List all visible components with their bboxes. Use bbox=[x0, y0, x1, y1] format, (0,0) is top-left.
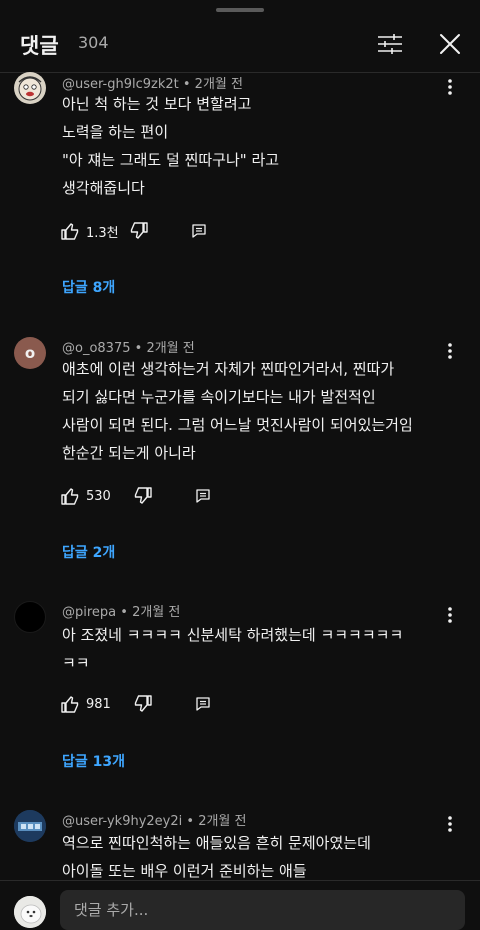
replies-link[interactable]: 답글 8개 bbox=[62, 277, 115, 297]
comment-actions: 981 bbox=[60, 690, 211, 718]
add-comment-bar: 댓글 추가... bbox=[0, 880, 480, 930]
comment-line: 생각해줍니다 bbox=[62, 179, 145, 197]
close-button[interactable] bbox=[432, 26, 468, 62]
thumbs-down-icon bbox=[134, 487, 152, 504]
replies-link[interactable]: 답글 2개 bbox=[62, 542, 115, 562]
pet-avatar-icon bbox=[14, 896, 46, 928]
reply-button[interactable] bbox=[195, 488, 211, 504]
avatar[interactable] bbox=[14, 601, 46, 633]
filter-button[interactable] bbox=[372, 26, 408, 62]
dislike-button[interactable] bbox=[129, 221, 149, 241]
add-comment-input[interactable]: 댓글 추가... bbox=[60, 890, 465, 930]
comment-line: 아닌 척 하는 것 보다 변할려고 bbox=[62, 95, 252, 113]
comment-line: 되기 싫다면 누군가를 속이기보다는 내가 발전적인 bbox=[62, 388, 376, 406]
dislike-button[interactable] bbox=[133, 486, 153, 506]
avatar-letter: o bbox=[24, 344, 36, 362]
reply-button[interactable] bbox=[191, 223, 207, 239]
photo-avatar-icon bbox=[14, 810, 46, 842]
comment-meta: @o_o8375 • 2개월 전 bbox=[62, 341, 195, 356]
cartoon-face-icon bbox=[18, 76, 42, 101]
comment-line: 애초에 이런 생각하는거 자체가 찐따인거라서, 찐따가 bbox=[62, 360, 395, 378]
comment-text: 역으로 찐따인척하는 애들있음 흔히 문제아였는데 아이돌 또는 배우 이런거 … bbox=[62, 829, 442, 885]
more-vertical-icon bbox=[448, 816, 452, 832]
comment-actions: 530 bbox=[60, 482, 211, 510]
user-avatar bbox=[14, 896, 46, 928]
more-options-button[interactable] bbox=[440, 812, 460, 836]
thumbs-down-icon bbox=[134, 695, 152, 712]
comment-time: 2개월 전 bbox=[198, 814, 247, 829]
more-options-button[interactable] bbox=[440, 603, 460, 627]
more-options-button[interactable] bbox=[440, 75, 460, 99]
more-vertical-icon bbox=[448, 607, 452, 623]
comment-meta: @user-yk9hy2ey2i • 2개월 전 bbox=[62, 814, 247, 829]
comment-line: 한순간 되는게 아니라 bbox=[62, 444, 196, 462]
comment-text: 아 조졌네 ㅋㅋㅋㅋ 신분세탁 하려했는데 ㅋㅋㅋㅋㅋㅋ ㅋㅋ bbox=[62, 621, 442, 677]
like-button[interactable]: 530 bbox=[60, 486, 111, 506]
comment-author[interactable]: @user-yk9hy2ey2i bbox=[62, 814, 182, 829]
reply-button[interactable] bbox=[195, 696, 211, 712]
thumbs-up-icon bbox=[61, 223, 79, 240]
comment-text: 애초에 이런 생각하는거 자체가 찐따인거라서, 찐따가 되기 싫다면 누군가를… bbox=[62, 355, 462, 467]
comment-actions: 1.3천 bbox=[60, 217, 207, 245]
comments-header: 댓글 304 bbox=[0, 20, 480, 68]
more-vertical-icon bbox=[448, 79, 452, 95]
comment-line: ㅋㅋ bbox=[62, 654, 90, 672]
comment-author[interactable]: @o_o8375 bbox=[62, 341, 131, 356]
comment-line: "아 쟤는 그래도 덜 찐따구나" 라고 bbox=[62, 151, 280, 169]
comment-meta: @pirepa • 2개월 전 bbox=[62, 605, 181, 620]
reply-comment-icon bbox=[196, 697, 210, 711]
comment-line: 역으로 찐따인척하는 애들있음 흔히 문제아였는데 bbox=[62, 834, 371, 852]
like-button[interactable]: 1.3천 bbox=[60, 221, 119, 241]
thumbs-up-icon bbox=[61, 488, 79, 505]
thumbs-down-icon bbox=[130, 222, 148, 239]
reply-comment-icon bbox=[196, 489, 210, 503]
comments-count: 304 bbox=[78, 33, 109, 52]
comment-line: 노력을 하는 편이 bbox=[62, 123, 169, 141]
thumbs-up-icon bbox=[61, 696, 79, 713]
comment-line: 아 조졌네 ㅋㅋㅋㅋ 신분세탁 하려했는데 ㅋㅋㅋㅋㅋㅋ bbox=[62, 626, 404, 644]
comments-title: 댓글 bbox=[20, 34, 59, 58]
like-count: 981 bbox=[86, 696, 111, 712]
comment-line: 사람이 되면 된다. 그럼 어느날 멋진사람이 되어있는거임 bbox=[62, 416, 413, 434]
comment-time: 2개월 전 bbox=[132, 605, 181, 620]
avatar[interactable]: o bbox=[14, 337, 46, 369]
dislike-button[interactable] bbox=[133, 694, 153, 714]
like-button[interactable]: 981 bbox=[60, 694, 111, 714]
sliders-icon bbox=[378, 34, 402, 54]
like-count: 530 bbox=[86, 488, 111, 504]
close-icon bbox=[440, 34, 460, 54]
drag-handle[interactable] bbox=[216, 8, 264, 12]
like-count: 1.3천 bbox=[86, 225, 119, 241]
comment-text: 아닌 척 하는 것 보다 변할려고 노력을 하는 편이 "아 쟤는 그래도 덜 … bbox=[62, 90, 442, 202]
replies-link[interactable]: 답글 13개 bbox=[62, 751, 125, 771]
avatar[interactable] bbox=[14, 810, 46, 842]
comment-time: 2개월 전 bbox=[146, 341, 195, 356]
reply-comment-icon bbox=[191, 224, 206, 238]
comment-author[interactable]: @pirepa bbox=[62, 605, 116, 620]
avatar[interactable] bbox=[14, 72, 46, 104]
